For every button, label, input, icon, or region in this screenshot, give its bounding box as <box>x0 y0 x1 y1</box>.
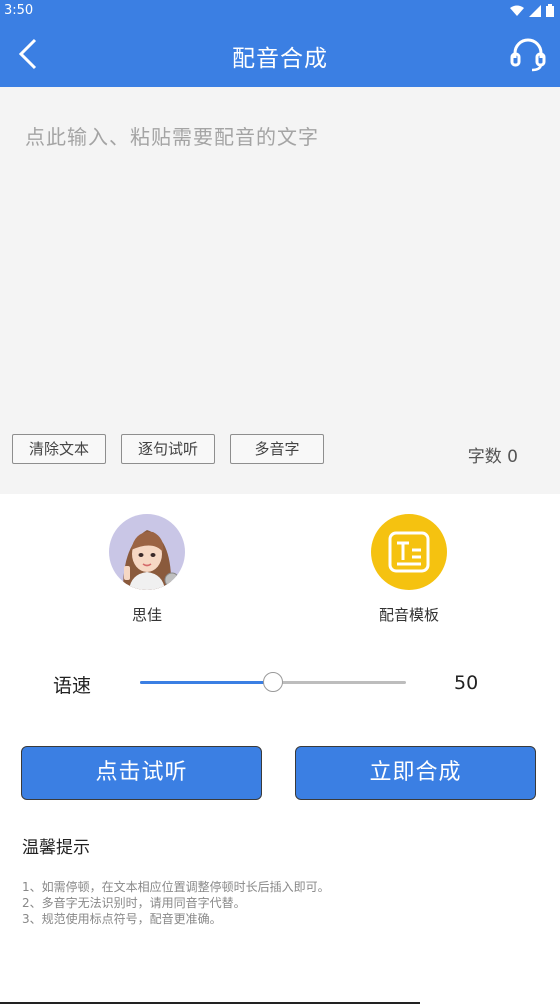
template-icon-circle <box>371 514 447 590</box>
voice-avatar <box>109 514 185 590</box>
avatar-illustration-icon <box>109 514 185 590</box>
tip-item: 2、多音字无法识别时，请用同音字代替。 <box>22 896 246 910</box>
tips-title: 温馨提示 <box>22 838 90 858</box>
template-selector[interactable]: 配音模板 <box>359 514 459 625</box>
text-template-icon <box>388 531 430 573</box>
page-title: 配音合成 <box>232 46 328 72</box>
polyphone-button[interactable]: 多音字 <box>230 434 324 464</box>
preview-button[interactable]: 点击试听 <box>21 746 262 800</box>
slider-fill <box>140 681 273 684</box>
status-bar: 3:50 <box>0 0 560 22</box>
word-count: 字数 0 <box>467 447 518 467</box>
app-bar: 配音合成 <box>0 22 560 87</box>
status-time: 3:50 <box>4 3 34 18</box>
tip-item: 3、规范使用标点符号，配音更准确。 <box>22 912 222 926</box>
sentence-preview-button[interactable]: 逐句试听 <box>121 434 215 464</box>
synthesize-button[interactable]: 立即合成 <box>295 746 536 800</box>
battery-icon <box>546 4 554 17</box>
voice-name: 思佳 <box>131 606 162 624</box>
wifi-icon <box>510 5 524 16</box>
status-icons <box>510 4 554 17</box>
speed-slider[interactable] <box>140 672 406 694</box>
slider-thumb[interactable] <box>263 672 283 692</box>
signal-icon <box>529 4 541 17</box>
speed-label: 语速 <box>53 675 92 697</box>
tips-list: 1、如需停顿，在文本相应位置调整停顿时长后插入即可。 2、多音字无法识别时，请用… <box>22 879 330 927</box>
text-input-placeholder: 点此输入、粘贴需要配音的文字 <box>25 125 319 149</box>
voice-selector[interactable]: 思佳 <box>97 514 197 625</box>
text-input-area[interactable]: 点此输入、粘贴需要配音的文字 清除文本 逐句试听 多音字 字数 0 <box>0 87 560 494</box>
speed-value: 50 <box>454 672 479 694</box>
clear-text-button[interactable]: 清除文本 <box>12 434 106 464</box>
tip-item: 1、如需停顿，在文本相应位置调整停顿时长后插入即可。 <box>22 880 330 894</box>
headset-support-icon[interactable] <box>510 36 546 72</box>
template-label: 配音模板 <box>378 606 439 624</box>
